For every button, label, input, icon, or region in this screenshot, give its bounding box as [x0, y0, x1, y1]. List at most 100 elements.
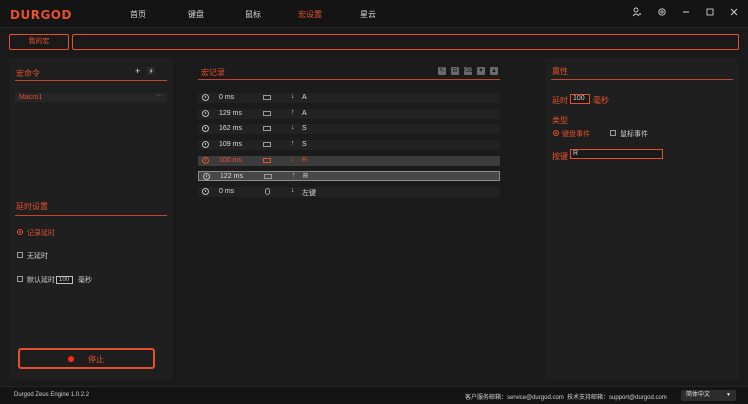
- keyboard-icon: [263, 111, 271, 116]
- record-delay: 0 ms: [219, 188, 235, 195]
- maximize-icon[interactable]: [704, 7, 716, 19]
- properties-title: 属性: [552, 67, 568, 76]
- keyboard-icon: [263, 95, 271, 100]
- record-row[interactable]: 122 ms ↑ R: [198, 171, 500, 181]
- title-bar: DURGOD 首页 键盘 鼠标 宏设置 星云: [0, 0, 748, 28]
- record-indicator-icon: [68, 356, 74, 362]
- macro-command-title: 宏命令: [16, 69, 40, 78]
- language-value: 简体中文: [686, 392, 711, 398]
- record-delay: 100 ms: [219, 157, 242, 164]
- divider: [198, 79, 500, 80]
- import-macro-icon[interactable]: [147, 67, 155, 75]
- key-up-icon: ↑: [291, 109, 295, 116]
- nav-keyboard[interactable]: 键盘: [188, 9, 204, 20]
- key-label: 按键: [552, 152, 568, 161]
- app-window: DURGOD 首页 键盘 鼠标 宏设置 星云 我的宏 宏命令 + Macro1 …: [0, 0, 748, 404]
- keyboard-icon: [263, 126, 271, 131]
- record-row[interactable]: 100 ms ↓ R: [198, 156, 500, 166]
- move-up-icon[interactable]: ▲: [490, 67, 498, 75]
- divider: [551, 79, 733, 80]
- record-key: R: [302, 157, 308, 164]
- record-key: S: [302, 141, 307, 148]
- record-row[interactable]: 109 ms ↑ S: [198, 140, 500, 150]
- stop-label: 停止: [88, 355, 104, 364]
- key-up-icon: ↑: [291, 140, 295, 147]
- record-delay: 109 ms: [219, 141, 242, 148]
- delay-value-input[interactable]: 100: [570, 94, 590, 104]
- status-bar: Durgod Zeus Engine 1.0.2.2 客户服务邮箱：servic…: [0, 386, 748, 404]
- record-row[interactable]: 0 ms ↓ 左键: [198, 187, 500, 197]
- chevron-down-icon: ▼: [726, 392, 731, 398]
- no-delay-label: 无延时: [27, 253, 48, 260]
- key-down-icon: ↓: [291, 93, 295, 100]
- record-row[interactable]: 129 ms ↑ A: [198, 109, 500, 119]
- add-macro-icon[interactable]: +: [135, 66, 140, 76]
- macro-tab-bar: 我的宏: [9, 34, 739, 50]
- my-macro-tab[interactable]: 我的宏: [9, 34, 69, 50]
- record-key: A: [302, 94, 307, 101]
- default-delay-input[interactable]: 100: [56, 276, 73, 284]
- properties-panel: 属性 延时 100 毫秒 类型 键盘事件 鼠标事件 按键 R: [545, 58, 739, 380]
- record-key: A: [302, 110, 307, 117]
- clock-icon: [202, 188, 209, 195]
- mouse-event-label: 鼠标事件: [620, 131, 648, 138]
- mouse-icon: [265, 188, 270, 195]
- macro-record-title: 宏记录: [201, 68, 225, 77]
- no-delay-checkbox[interactable]: [17, 252, 23, 258]
- language-select[interactable]: 简体中文 ▼: [681, 390, 736, 401]
- stop-button[interactable]: 停止: [18, 348, 155, 369]
- record-delay: 162 ms: [219, 125, 242, 132]
- move-down-icon[interactable]: ▼: [477, 67, 485, 75]
- mouse-event-checkbox[interactable]: [610, 130, 616, 136]
- clock-icon: [202, 125, 209, 132]
- keyboard-event-label: 键盘事件: [562, 131, 590, 138]
- type-label: 类型: [552, 116, 568, 125]
- cursor-icon[interactable]: ⇱: [438, 67, 446, 75]
- durgod-logo: DURGOD: [10, 8, 72, 22]
- key-up-icon: ↑: [292, 172, 296, 179]
- record-row[interactable]: 162 ms ↓ S: [198, 124, 500, 134]
- macro-name: Macro1: [19, 94, 43, 101]
- app-version: Durgod Zeus Engine 1.0.2.2: [14, 392, 90, 398]
- nav-mouse[interactable]: 鼠标: [245, 9, 261, 20]
- minimize-icon[interactable]: [680, 7, 692, 19]
- settings-icon[interactable]: [656, 7, 668, 19]
- record-delay-radio[interactable]: [17, 229, 23, 235]
- customer-service-email: 客户服务邮箱：service@durgod.com: [465, 395, 564, 401]
- key-down-icon: ↓: [291, 187, 295, 194]
- record-delay: 122 ms: [220, 173, 243, 180]
- record-delay-label: 记录延时: [27, 230, 55, 237]
- nav-cloud[interactable]: 星云: [360, 9, 376, 20]
- macro-record-panel: 宏记录 ⇱ ⊟ ⌫ ▼ ▲ 0 ms ↓ A 129 ms ↑ A 162 ms ↓ S 109 …: [192, 58, 512, 380]
- more-options-icon[interactable]: ···: [156, 92, 163, 99]
- clock-icon: [202, 94, 209, 101]
- divider: [15, 80, 167, 81]
- keyboard-icon: [263, 142, 271, 147]
- keyboard-icon: [264, 174, 272, 179]
- key-value-input[interactable]: R: [570, 149, 663, 159]
- close-icon[interactable]: [728, 7, 740, 19]
- record-delay: 0 ms: [219, 94, 235, 101]
- delay-settings-title: 延时设置: [16, 202, 48, 211]
- default-delay-checkbox[interactable]: [17, 276, 23, 282]
- divider: [15, 215, 167, 216]
- macro-list-item[interactable]: Macro1 ···: [15, 92, 167, 102]
- record-row[interactable]: 0 ms ↓ A: [198, 93, 500, 103]
- record-key: R: [303, 173, 309, 180]
- insert-delay-icon[interactable]: ⊟: [451, 67, 459, 75]
- nav-macro-settings[interactable]: 宏设置: [298, 9, 322, 20]
- record-key: 左键: [302, 190, 316, 197]
- key-down-icon: ↓: [291, 124, 295, 131]
- clock-icon: [202, 110, 209, 117]
- nav-home[interactable]: 首页: [130, 9, 146, 20]
- delay-unit: 毫秒: [593, 96, 609, 105]
- keyboard-event-radio[interactable]: [553, 130, 559, 136]
- macro-name-field[interactable]: [72, 34, 739, 50]
- tech-support-email: 技术支持邮箱：support@durgod.com: [567, 395, 667, 401]
- keyboard-icon: [263, 158, 271, 163]
- delete-icon[interactable]: ⌫: [464, 67, 472, 75]
- macro-command-panel: 宏命令 + Macro1 ··· 延时设置 记录延时 无延时 默认延时 100 …: [9, 58, 173, 380]
- user-icon[interactable]: [631, 7, 643, 19]
- clock-icon: [202, 141, 209, 148]
- key-down-icon: ↓: [291, 156, 295, 163]
